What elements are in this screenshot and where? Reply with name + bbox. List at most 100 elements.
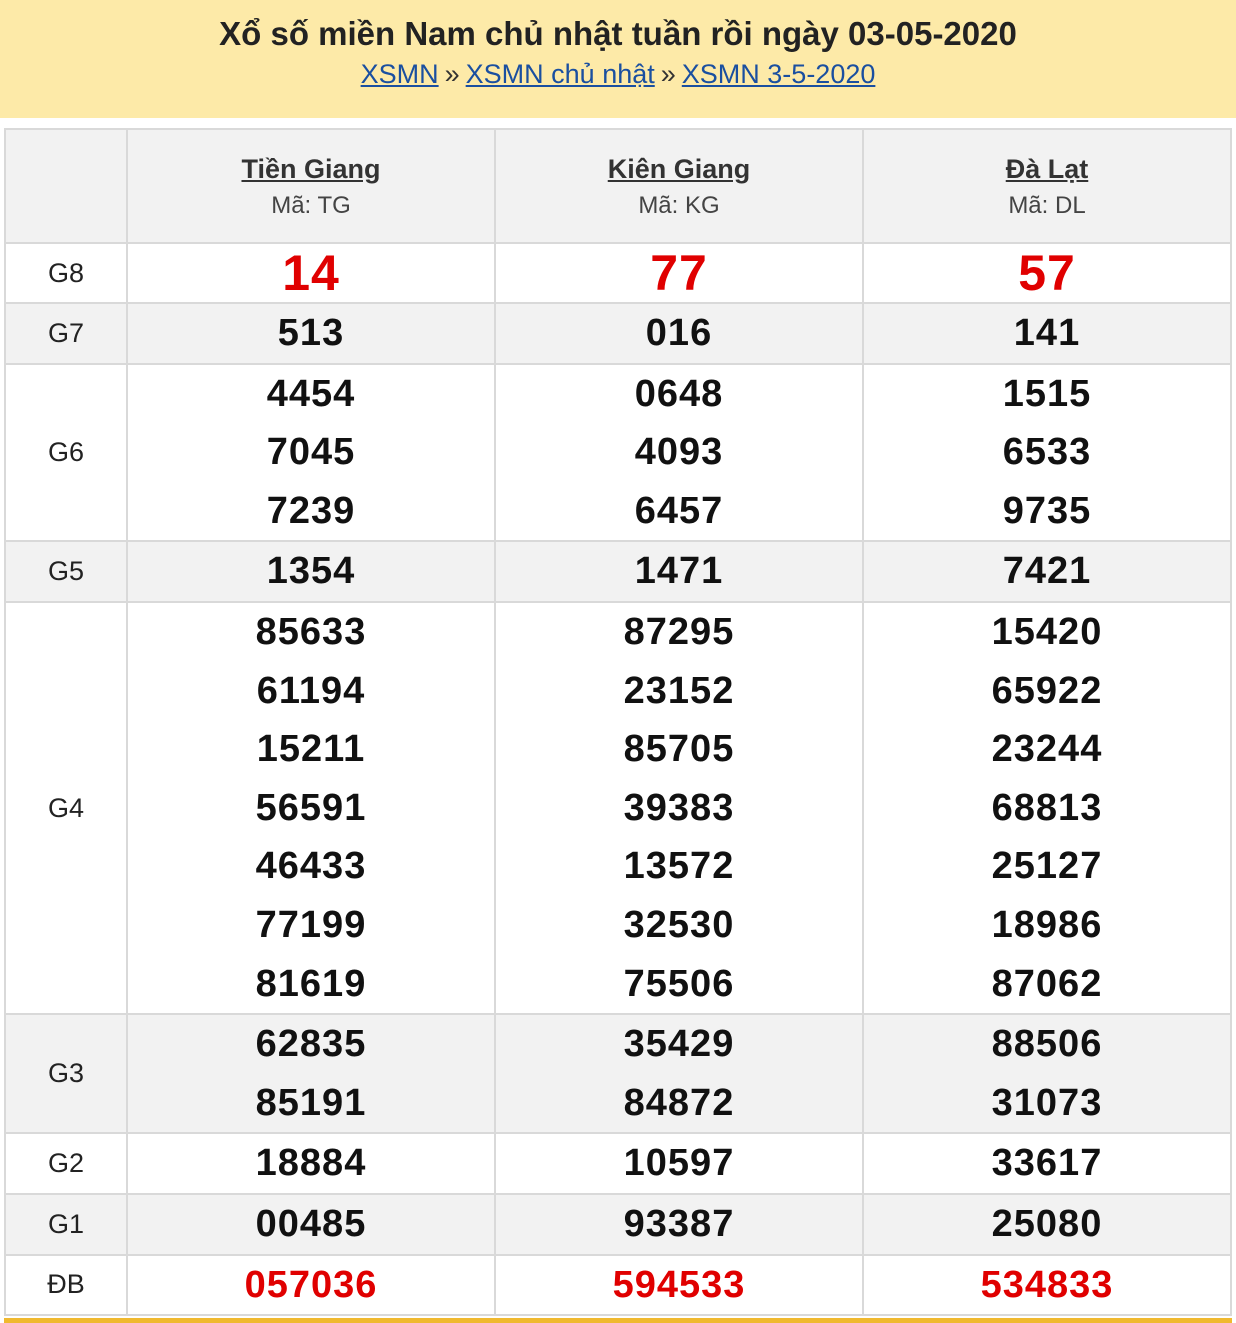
prize-cell: 594533 — [494, 1253, 864, 1317]
prize-cell: 14 — [126, 242, 496, 304]
prize-label: ĐB — [4, 1253, 128, 1317]
prize-number: 61194 — [256, 669, 366, 712]
prize-number: 1471 — [634, 550, 724, 593]
special-prize-number: 594533 — [612, 1263, 746, 1306]
prize-number: 87295 — [623, 610, 735, 653]
corner-cell — [4, 128, 128, 244]
prize-number: 7239 — [266, 489, 356, 532]
prize-number: 85633 — [255, 610, 367, 653]
prize-cell: 534833 — [862, 1253, 1232, 1317]
prize-cell: 93387 — [494, 1192, 864, 1256]
prize-row-db: ĐB 057036 594533 534833 — [4, 1253, 1232, 1317]
prize-number: 75506 — [623, 962, 735, 1005]
prize-number: 0648 — [634, 372, 724, 415]
prize-label: G2 — [4, 1132, 128, 1195]
prize-cell: 25080 — [862, 1192, 1232, 1256]
prize-number: 1515 — [1002, 372, 1092, 415]
prize-number: 7045 — [266, 431, 356, 474]
prize-number: 141 — [1013, 312, 1081, 354]
prize-cell: 57 — [862, 242, 1232, 304]
prize-cell: 513 — [126, 302, 496, 365]
breadcrumb-separator: » — [444, 59, 460, 89]
prize-cell: 0648 4093 6457 — [494, 362, 864, 543]
prize-row-g3: G3 62835 85191 35429 84872 88506 31073 — [4, 1013, 1232, 1135]
prize-row-g5: G5 1354 1471 7421 — [4, 540, 1232, 603]
prize-number: 56591 — [255, 786, 367, 829]
prize-cell: 10597 — [494, 1132, 864, 1195]
prize-number: 87062 — [991, 962, 1103, 1005]
province-header: Kiên Giang Mã: KG — [494, 128, 864, 244]
prize-number: 6533 — [1002, 431, 1092, 474]
prize-number: 88506 — [991, 1023, 1103, 1066]
province-link-kien-giang[interactable]: Kiên Giang — [496, 152, 862, 186]
prize-label: G1 — [4, 1192, 128, 1256]
prize-cell: 85633 61194 15211 56591 46433 77199 81619 — [126, 600, 496, 1016]
prize-number: 23152 — [623, 669, 735, 712]
breadcrumb-link-xsmn[interactable]: XSMN — [361, 59, 439, 89]
prize-cell: 1471 — [494, 540, 864, 603]
breadcrumb-link-xsmn-sunday[interactable]: XSMN chủ nhật — [466, 59, 655, 89]
prize-row-g1: G1 00485 93387 25080 — [4, 1192, 1232, 1256]
prize-cell: 4454 7045 7239 — [126, 362, 496, 543]
prize-number: 46433 — [255, 845, 367, 888]
prize-number: 6457 — [634, 489, 724, 532]
breadcrumb-link-xsmn-date[interactable]: XSMN 3-5-2020 — [682, 59, 876, 89]
prize-number: 39383 — [623, 786, 735, 829]
prize-number: 31073 — [991, 1081, 1103, 1124]
prize-row-g2: G2 18884 10597 33617 — [4, 1132, 1232, 1195]
prize-number: 513 — [277, 312, 345, 354]
prize-number: 00485 — [255, 1202, 367, 1245]
prize-row-g8: G8 14 77 57 — [4, 242, 1232, 304]
province-link-da-lat[interactable]: Đà Lạt — [864, 152, 1230, 186]
page-header: Xổ số miền Nam chủ nhật tuần rồi ngày 03… — [0, 0, 1236, 118]
prize-number: 35429 — [623, 1023, 735, 1066]
prize-number: 4093 — [634, 431, 724, 474]
prize-number: 7421 — [1002, 550, 1092, 593]
prize-cell: 057036 — [126, 1253, 496, 1317]
prize-row-g4: G4 85633 61194 15211 56591 46433 77199 81619 872… — [4, 600, 1232, 1016]
prize-cell: 1354 — [126, 540, 496, 603]
prize-number: 77 — [650, 245, 708, 301]
prize-cell: 00485 — [126, 1192, 496, 1256]
prize-number: 85705 — [623, 728, 735, 771]
prize-number: 84872 — [623, 1081, 735, 1124]
province-link-tien-giang[interactable]: Tiền Giang — [128, 152, 494, 186]
bottom-accent-bar — [4, 1318, 1232, 1323]
prize-number: 81619 — [255, 962, 367, 1005]
prize-number: 23244 — [991, 728, 1103, 771]
province-header: Đà Lạt Mã: DL — [862, 128, 1232, 244]
province-code: Mã: DL — [1008, 192, 1086, 219]
special-prize-number: 057036 — [244, 1263, 378, 1306]
breadcrumb: XSMN» XSMN chủ nhật» XSMN 3-5-2020 — [0, 56, 1236, 92]
prize-cell: 33617 — [862, 1132, 1232, 1195]
prize-number: 9735 — [1002, 489, 1092, 532]
results-table: Tiền Giang Mã: TG Kiên Giang Mã: KG Đà L… — [4, 128, 1232, 1317]
prize-cell: 7421 — [862, 540, 1232, 603]
prize-cell: 77 — [494, 242, 864, 304]
prize-number: 57 — [1018, 245, 1076, 301]
page-title: Xổ số miền Nam chủ nhật tuần rồi ngày 03… — [219, 15, 1017, 52]
prize-number: 15420 — [991, 610, 1103, 653]
prize-number: 13572 — [623, 845, 735, 888]
prize-body: G8 14 77 57 G7 513 016 141 G6 4454 7045 7239 0648 409… — [4, 242, 1232, 1317]
province-header: Tiền Giang Mã: TG — [126, 128, 496, 244]
province-code: Mã: TG — [271, 192, 351, 219]
prize-label: G8 — [4, 242, 128, 304]
prize-cell: 88506 31073 — [862, 1013, 1232, 1135]
prize-cell: 141 — [862, 302, 1232, 365]
prize-cell: 35429 84872 — [494, 1013, 864, 1135]
special-prize-number: 534833 — [980, 1263, 1114, 1306]
prize-number: 1354 — [266, 550, 356, 593]
prize-number: 65922 — [991, 669, 1103, 712]
breadcrumb-separator: » — [660, 59, 676, 89]
prize-label: G4 — [4, 600, 128, 1016]
prize-number: 32530 — [623, 903, 735, 946]
prize-number: 77199 — [255, 903, 367, 946]
prize-number: 10597 — [623, 1142, 735, 1185]
prize-number: 33617 — [991, 1142, 1103, 1185]
province-header-row: Tiền Giang Mã: TG Kiên Giang Mã: KG Đà L… — [4, 128, 1232, 244]
prize-cell: 15420 65922 23244 68813 25127 18986 87062 — [862, 600, 1232, 1016]
results-table-container: Tiền Giang Mã: TG Kiên Giang Mã: KG Đà L… — [4, 128, 1232, 1317]
prize-number: 93387 — [623, 1202, 735, 1245]
prize-cell: 87295 23152 85705 39383 13572 32530 75506 — [494, 600, 864, 1016]
